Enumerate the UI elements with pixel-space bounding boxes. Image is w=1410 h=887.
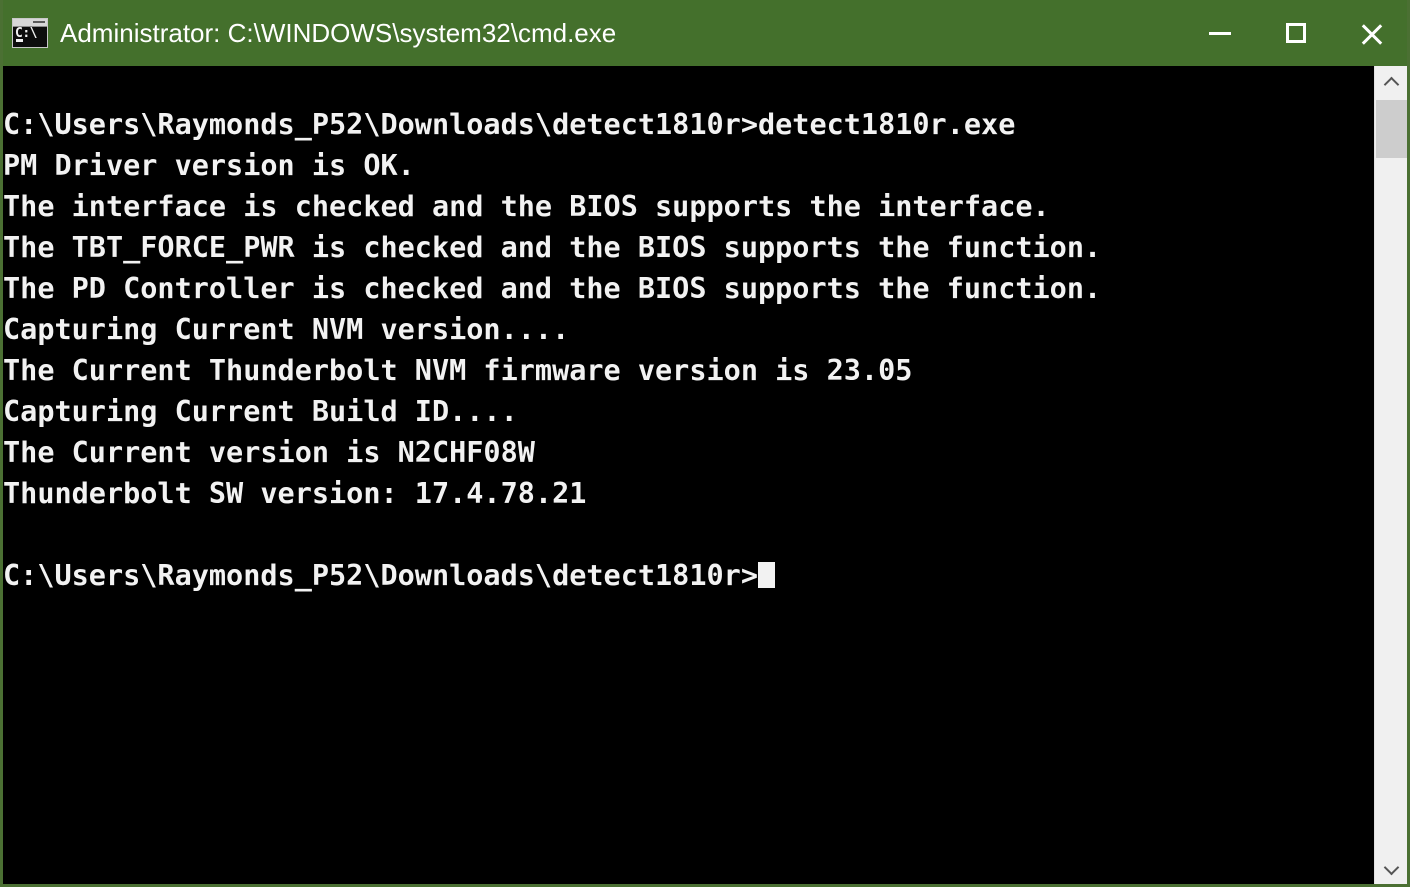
console-line-text: PM Driver version is OK.: [3, 149, 415, 182]
console-line-text: The TBT_FORCE_PWR is checked and the BIO…: [3, 231, 1102, 264]
console-line: The interface is checked and the BIOS su…: [3, 186, 1101, 227]
console-line: C:\Users\Raymonds_P52\Downloads\detect18…: [3, 104, 1101, 145]
minimize-icon: [1209, 31, 1231, 35]
console-output-area[interactable]: C:\Users\Raymonds_P52\Downloads\detect18…: [3, 66, 1374, 884]
console-window: C:\ Administrator: C:\WINDOWS\system32\c…: [0, 0, 1410, 887]
window-title: Administrator: C:\WINDOWS\system32\cmd.e…: [60, 17, 617, 48]
console-line-text: Capturing Current NVM version....: [3, 313, 570, 346]
console-line: The Current version is N2CHF08W: [3, 432, 1101, 473]
scrollbar-track[interactable]: [1375, 98, 1407, 852]
maximize-button[interactable]: [1258, 0, 1334, 66]
close-button[interactable]: [1334, 0, 1407, 66]
console-line: Thunderbolt SW version: 17.4.78.21: [3, 473, 1101, 514]
console-line: The Current Thunderbolt NVM firmware ver…: [3, 350, 1101, 391]
console-line-text: The Current version is N2CHF08W: [3, 436, 535, 469]
titlebar-left-group: C:\ Administrator: C:\WINDOWS\system32\c…: [3, 17, 1182, 49]
scroll-down-button[interactable]: [1375, 852, 1407, 884]
cmd-icon: C:\: [12, 18, 48, 48]
console-line: C:\Users\Raymonds_P52\Downloads\detect18…: [3, 555, 1101, 596]
console-line: The TBT_FORCE_PWR is checked and the BIO…: [3, 227, 1101, 268]
close-icon: [1359, 20, 1385, 46]
titlebar[interactable]: C:\ Administrator: C:\WINDOWS\system32\c…: [3, 0, 1407, 66]
scroll-up-button[interactable]: [1375, 66, 1407, 98]
chevron-up-icon: [1385, 76, 1398, 89]
console-line-text: C:\Users\Raymonds_P52\Downloads\detect18…: [3, 559, 758, 592]
cmd-icon-cursor: [16, 39, 23, 42]
console-text: C:\Users\Raymonds_P52\Downloads\detect18…: [3, 104, 1101, 596]
window-controls: [1182, 0, 1407, 66]
console-line-text: The Current Thunderbolt NVM firmware ver…: [3, 354, 913, 387]
console-line-text: The interface is checked and the BIOS su…: [3, 190, 1050, 223]
console-line-text: Thunderbolt SW version: 17.4.78.21: [3, 477, 587, 510]
maximize-icon: [1286, 23, 1306, 43]
vertical-scrollbar[interactable]: [1374, 66, 1407, 884]
console-line-text: C:\Users\Raymonds_P52\Downloads\detect18…: [3, 108, 1016, 141]
console-line: The PD Controller is checked and the BIO…: [3, 268, 1101, 309]
scrollbar-thumb[interactable]: [1376, 100, 1407, 158]
console-line: Capturing Current NVM version....: [3, 309, 1101, 350]
text-cursor: [757, 562, 775, 588]
console-line-text: Capturing Current Build ID....: [3, 395, 518, 428]
console-line: Capturing Current Build ID....: [3, 391, 1101, 432]
console-line-text: The PD Controller is checked and the BIO…: [3, 272, 1102, 305]
chevron-down-icon: [1385, 862, 1398, 875]
console-line: PM Driver version is OK.: [3, 145, 1101, 186]
minimize-button[interactable]: [1182, 0, 1258, 66]
